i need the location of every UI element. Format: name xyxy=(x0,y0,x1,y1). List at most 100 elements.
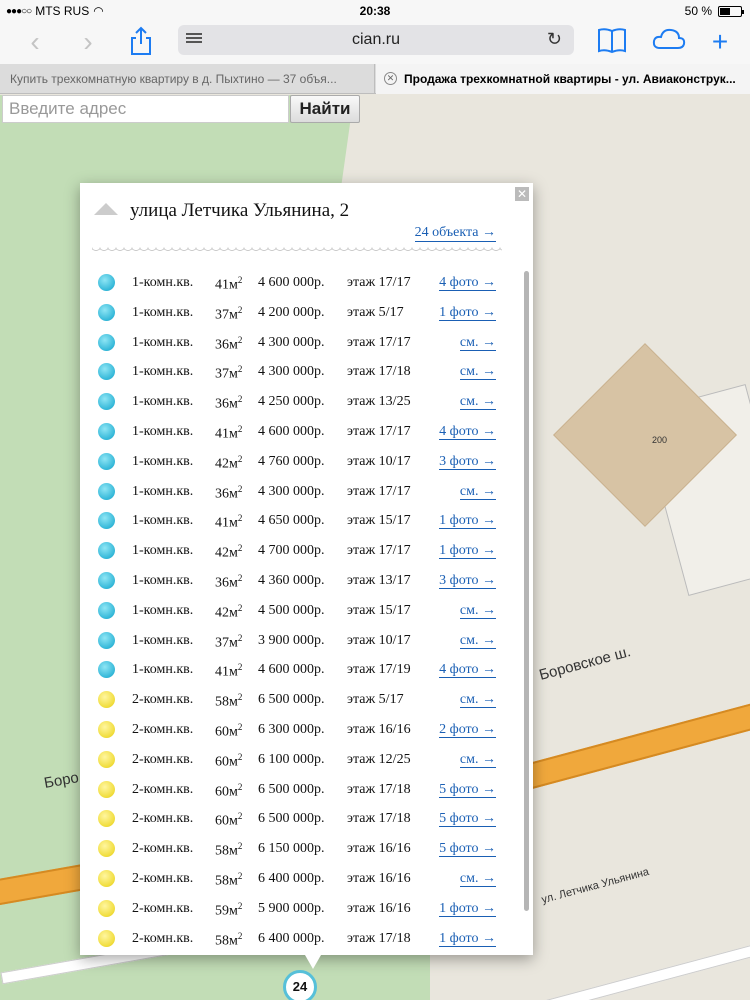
listing-link[interactable]: см. → xyxy=(459,484,496,500)
listing-link[interactable]: см. → xyxy=(459,692,496,709)
listing-area: 58м2 xyxy=(215,692,243,710)
house-icon xyxy=(94,203,118,215)
listing-type-dot xyxy=(98,929,115,947)
listing-row[interactable]: 1-комн.кв. 42м2 4 500 000р. этаж 15/17 см. → xyxy=(98,599,498,621)
listing-row[interactable]: 1-комн.кв. 36м2 4 300 000р. этаж 17/17 см. → xyxy=(98,331,498,353)
listing-row[interactable]: 1-комн.кв. 41м2 4 650 000р. этаж 15/17 1 фот… xyxy=(98,509,498,531)
listing-floor: этаж 16/16 xyxy=(347,841,411,857)
listing-floor: этаж 5/17 xyxy=(347,692,404,708)
popup-title: улица Летчика Ульянина, 2 xyxy=(130,200,350,221)
listing-floor: этаж 17/18 xyxy=(347,811,411,827)
listing-floor: этаж 17/19 xyxy=(347,662,411,678)
listing-area: 42м2 xyxy=(215,602,243,621)
listing-row[interactable]: 2-комн.кв. 60м2 6 500 000р. этаж 17/18 5 фот… xyxy=(98,778,498,800)
marker-tail xyxy=(305,955,321,969)
tab-first[interactable]: Купить трехкомнатную квартиру в д. Пыхти… xyxy=(0,64,375,94)
listing-row[interactable]: 1-комн.кв. 41м2 4 600 000р. этаж 17/17 4 фот… xyxy=(98,271,498,293)
listing-link[interactable]: 3 фото → xyxy=(439,454,496,470)
listing-floor: этаж 17/18 xyxy=(347,364,411,380)
clock: 20:38 xyxy=(359,4,391,18)
listing-row[interactable]: 2-комн.кв. 60м2 6 500 000р. этаж 17/18 5 фот… xyxy=(98,807,498,829)
back-icon[interactable]: ‹ xyxy=(22,26,48,58)
map-marker[interactable]: 24 xyxy=(283,970,317,1000)
reload-icon[interactable]: ↻ xyxy=(547,29,562,50)
listing-floor: этаж 13/25 xyxy=(347,394,411,410)
listing-price: 6 300 000р. xyxy=(258,722,325,737)
listing-link[interactable]: 3 фото → xyxy=(439,573,496,589)
listing-link[interactable]: 2 фото → xyxy=(439,722,496,738)
listing-link[interactable]: 1 фото → xyxy=(439,931,496,947)
search-button[interactable]: Найти xyxy=(290,95,360,123)
listing-rooms: 1-комн.кв. xyxy=(132,513,194,529)
forward-icon[interactable]: › xyxy=(75,26,101,58)
listing-area: 37м2 xyxy=(215,632,243,651)
listing-floor: этаж 17/18 xyxy=(347,930,411,946)
listing-type-dot xyxy=(98,363,115,381)
listing-type-dot xyxy=(98,333,115,351)
close-icon[interactable]: ✕ xyxy=(384,72,397,85)
listing-row[interactable]: 1-комн.кв. 37м2 3 900 000р. этаж 10/17 см. → xyxy=(98,629,498,651)
listing-row[interactable]: 2-комн.кв. 60м2 6 100 000р. этаж 12/25 см. → xyxy=(98,748,498,770)
listing-row[interactable]: 1-комн.кв. 42м2 4 760 000р. этаж 10/17 3 фот… xyxy=(98,450,498,472)
listing-row[interactable]: 1-комн.кв. 37м2 4 300 000р. этаж 17/18 см. → xyxy=(98,360,498,382)
listing-link[interactable]: см. → xyxy=(459,752,496,768)
listing-rooms: 1-комн.кв. xyxy=(132,573,194,588)
listing-rooms: 1-комн.кв. xyxy=(132,304,194,320)
listing-row[interactable]: 1-комн.кв. 37м2 4 200 000р. этаж 5/17 1 фото… xyxy=(98,301,498,323)
cloud-icon[interactable] xyxy=(650,26,688,58)
listing-link[interactable]: см. → xyxy=(459,394,496,411)
objects-link[interactable]: 24 объекта → xyxy=(414,225,496,242)
listing-link[interactable]: 5 фото → xyxy=(439,811,496,828)
listing-row[interactable]: 1-комн.кв. 41м2 4 600 000р. этаж 17/17 4 фот… xyxy=(98,420,498,442)
listing-row[interactable]: 2-комн.кв. 58м2 6 400 000р. этаж 17/18 1 фот… xyxy=(98,927,498,949)
listing-link[interactable]: 1 фото → xyxy=(439,543,496,560)
listing-type-dot xyxy=(98,601,115,619)
tab-active[interactable]: ✕ Продажа трехкомнатной квартиры - ул. А… xyxy=(376,64,750,94)
listing-rooms: 1-комн.кв. xyxy=(132,334,194,350)
listing-price: 4 250 000р. xyxy=(258,394,325,410)
listing-link[interactable]: см. → xyxy=(459,364,496,381)
listing-floor: этаж 16/16 xyxy=(347,900,411,916)
share-icon[interactable] xyxy=(126,26,156,58)
listing-row[interactable]: 2-комн.кв. 58м2 6 500 000р. этаж 5/17 см. → xyxy=(98,688,498,710)
listing-link[interactable]: см. → xyxy=(459,603,496,619)
listing-row[interactable]: 1-комн.кв. 36м2 4 250 000р. этаж 13/25 см. → xyxy=(98,390,498,412)
listing-link[interactable]: 1 фото → xyxy=(439,513,496,530)
listing-row[interactable]: 1-комн.кв. 41м2 4 600 000р. этаж 17/19 4 фот… xyxy=(98,658,498,680)
listing-area: 42м2 xyxy=(215,543,243,561)
scrollbar[interactable] xyxy=(524,271,529,911)
listing-row[interactable]: 1-комн.кв. 36м2 4 360 000р. этаж 13/17 3 фот… xyxy=(98,569,498,591)
listing-row[interactable]: 2-комн.кв. 60м2 6 300 000р. этаж 16/16 2 фот… xyxy=(98,718,498,740)
listing-link[interactable]: 5 фото → xyxy=(439,782,496,798)
listing-link[interactable]: 1 фото → xyxy=(439,901,496,917)
listing-rooms: 2-комн.кв. xyxy=(132,751,194,767)
close-icon[interactable]: ✕ xyxy=(515,187,529,201)
listing-link[interactable]: см. → xyxy=(459,633,496,649)
listing-link[interactable]: 5 фото → xyxy=(439,841,496,858)
listing-price: 6 500 000р. xyxy=(258,811,325,827)
listing-row[interactable]: 2-комн.кв. 58м2 6 150 000р. этаж 16/16 5 фот… xyxy=(98,837,498,859)
listing-row[interactable]: 1-комн.кв. 36м2 4 300 000р. этаж 17/17 см. → xyxy=(98,480,498,502)
listing-row[interactable]: 1-комн.кв. 42м2 4 700 000р. этаж 17/17 1 фот… xyxy=(98,539,498,561)
listing-link[interactable]: 1 фото → xyxy=(439,305,496,321)
listing-link[interactable]: 4 фото → xyxy=(439,275,496,291)
listing-area: 60м2 xyxy=(215,722,243,740)
listing-area: 42м2 xyxy=(215,453,243,472)
listing-area: 58м2 xyxy=(215,930,243,949)
listing-link[interactable]: см. → xyxy=(459,335,496,351)
listing-link[interactable]: 4 фото → xyxy=(439,662,496,679)
new-tab-icon[interactable]: + xyxy=(706,26,734,58)
address-search-input[interactable]: Введите адрес xyxy=(2,95,289,123)
listing-price: 6 500 000р. xyxy=(258,692,325,708)
listing-link[interactable]: 4 фото → xyxy=(439,424,496,440)
listing-floor: этаж 17/17 xyxy=(347,424,411,439)
url-bar[interactable]: cian.ru ↻ xyxy=(178,25,574,55)
listing-link[interactable]: см. → xyxy=(459,871,496,887)
listing-price: 4 760 000р. xyxy=(258,453,325,469)
listing-rooms: 1-комн.кв. xyxy=(132,453,194,469)
listing-price: 4 360 000р. xyxy=(258,573,325,588)
bookmarks-icon[interactable] xyxy=(596,26,628,58)
listing-price: 4 650 000р. xyxy=(258,513,325,529)
listing-row[interactable]: 2-комн.кв. 58м2 6 400 000р. этаж 16/16 см. → xyxy=(98,867,498,889)
listing-row[interactable]: 2-комн.кв. 59м2 5 900 000р. этаж 16/16 1 фот… xyxy=(98,897,498,919)
